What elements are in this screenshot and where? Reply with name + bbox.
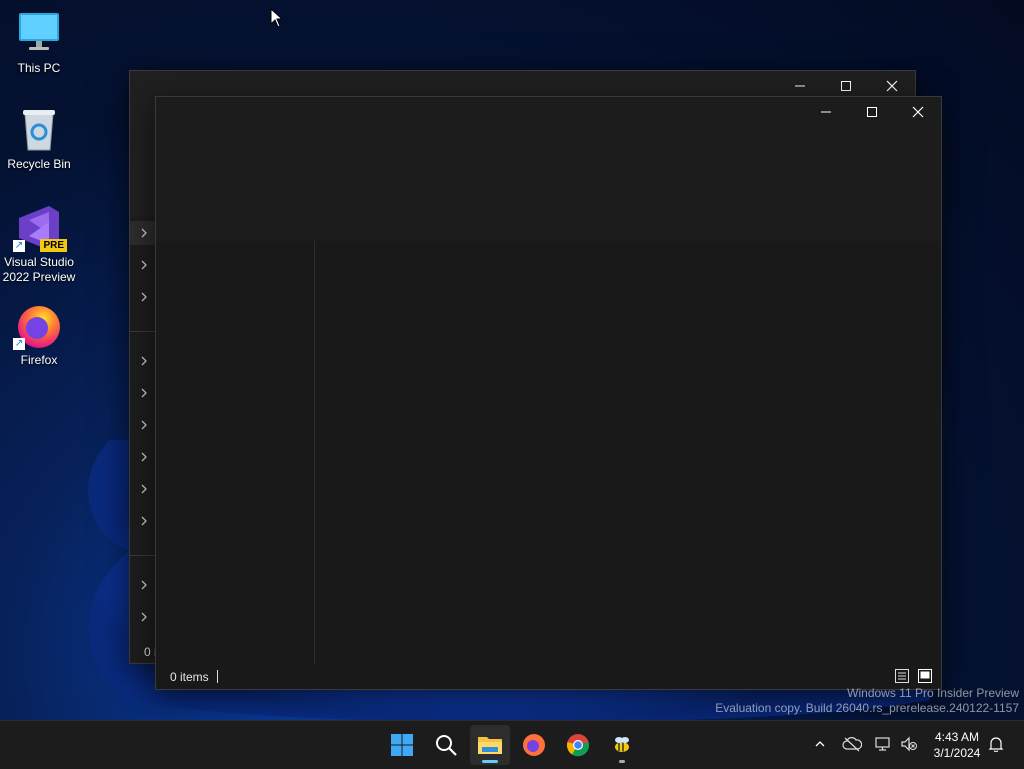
maximize-icon (841, 81, 851, 91)
details-view-button[interactable] (894, 668, 910, 684)
search-icon (436, 735, 457, 756)
chevron-right-icon[interactable] (138, 355, 150, 367)
pre-badge: PRE (40, 239, 67, 252)
desktop-icon-label: Recycle Bin (7, 157, 71, 171)
chevron-right-icon[interactable] (138, 387, 150, 399)
firefox-icon: ↗ (13, 302, 63, 350)
volume-tray-button[interactable] (898, 733, 920, 755)
chevron-right-icon[interactable] (138, 483, 150, 495)
close-icon (886, 80, 898, 92)
close-icon (912, 106, 924, 118)
search-button[interactable] (426, 725, 466, 765)
cloud-offline-icon (842, 737, 862, 752)
chevron-right-icon[interactable] (138, 259, 150, 271)
taskbar-chrome[interactable] (558, 725, 598, 765)
watermark-line-1: Windows 11 Pro Insider Preview (847, 686, 1019, 700)
toolbar-area (156, 127, 941, 241)
chevron-right-icon[interactable] (138, 611, 150, 623)
desktop-icon-label: Firefox (20, 353, 58, 367)
firefox-icon (523, 734, 545, 756)
details-view-icon (895, 669, 909, 683)
network-icon (875, 737, 890, 751)
visual-studio-icon: PRE ↗ (13, 204, 67, 252)
clock-time: 4:43 AM (934, 730, 980, 744)
file-explorer-window-front[interactable]: 0 items (155, 96, 942, 690)
chevron-right-icon[interactable] (138, 515, 150, 527)
taskbar: 4:43 AM 3/1/2024 (0, 720, 1024, 769)
taskbar-firefox[interactable] (514, 725, 554, 765)
desktop-icon-recycle-bin[interactable]: Recycle Bin (0, 106, 78, 172)
monitor-icon (15, 10, 63, 58)
minimize-button[interactable] (803, 97, 849, 127)
chevron-right-icon[interactable] (138, 579, 150, 591)
nav-divider (130, 555, 156, 556)
file-explorer-icon (478, 737, 502, 754)
taskbar-clock[interactable]: 4:43 AM 3/1/2024 (928, 729, 986, 761)
taskbar-bee-app[interactable] (602, 725, 642, 765)
desktop-icon-label: This PC (17, 61, 61, 75)
chevron-up-icon (815, 741, 825, 747)
chevron-right-icon[interactable] (138, 227, 150, 239)
close-button[interactable] (895, 97, 941, 127)
windows-watermark: Windows 11 Pro Insider Preview Evaluatio… (715, 686, 1019, 716)
pane-divider[interactable] (314, 241, 315, 665)
volume-muted-icon (901, 736, 917, 752)
show-hidden-icons-button[interactable] (809, 733, 831, 755)
onedrive-tray-button[interactable] (841, 733, 863, 755)
chevron-right-icon[interactable] (138, 291, 150, 303)
item-count: 0 items (170, 670, 209, 684)
chevron-right-icon[interactable] (138, 419, 150, 431)
network-tray-button[interactable] (872, 733, 894, 755)
shortcut-arrow-icon: ↗ (13, 240, 25, 252)
start-button[interactable] (382, 725, 422, 765)
running-indicator (619, 760, 625, 763)
large-icons-view-button[interactable] (917, 668, 933, 684)
chevron-right-icon[interactable] (138, 451, 150, 463)
nav-divider (130, 331, 156, 332)
bee-app-icon (615, 737, 629, 752)
content-area (156, 241, 941, 665)
desktop-icon-visual-studio[interactable]: PRE ↗ Visual Studio 2022 Preview (0, 204, 78, 285)
minimize-icon (795, 85, 805, 87)
desktop-icon-label: Visual Studio 2022 Preview (2, 255, 76, 284)
maximize-button[interactable] (849, 97, 895, 127)
watermark-line-2: Evaluation copy. Build 26040.rs_prerelea… (715, 701, 1019, 715)
start-icon (391, 734, 413, 756)
notifications-button[interactable] (985, 733, 1007, 755)
running-indicator (482, 760, 498, 763)
desktop-icon-this-pc[interactable]: This PC (0, 10, 78, 76)
title-bar[interactable] (156, 97, 941, 127)
taskbar-file-explorer[interactable] (470, 725, 510, 765)
maximize-icon (867, 107, 877, 117)
bell-icon (988, 737, 1004, 752)
large-icons-view-icon (918, 669, 932, 683)
recycle-bin-icon (15, 106, 63, 154)
chrome-icon (566, 734, 590, 757)
desktop-icon-firefox[interactable]: ↗ Firefox (0, 302, 78, 368)
shortcut-arrow-icon: ↗ (13, 338, 25, 350)
status-separator (217, 670, 218, 683)
mouse-cursor-icon (270, 8, 284, 28)
navigation-pane (130, 217, 157, 661)
minimize-icon (821, 111, 831, 113)
clock-date: 3/1/2024 (933, 746, 981, 760)
